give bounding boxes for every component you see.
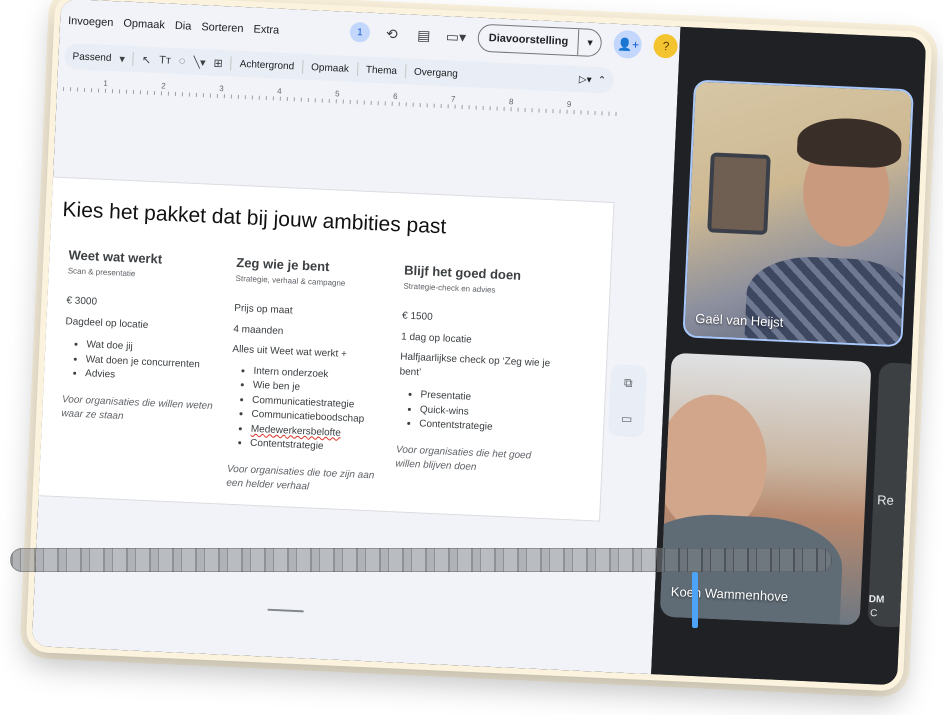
menu-sorteren[interactable]: Sorteren xyxy=(201,21,244,35)
top-actions: 1 ⟲ ▤ ▭▾ Diavoorstelling ▼ 👤+ ? xyxy=(349,18,679,61)
toolbar-achtergrond[interactable]: Achtergrond xyxy=(239,58,294,71)
select-cursor-icon[interactable]: ↖ xyxy=(142,53,152,66)
folder-icon[interactable]: ▭ xyxy=(621,412,633,427)
package-note: Voor organisaties die het goed willen bl… xyxy=(395,444,532,474)
add-person-icon: 👤+ xyxy=(616,36,640,52)
slide-layout-icon[interactable]: ⧉ xyxy=(624,375,633,390)
menu-dia[interactable]: Dia xyxy=(175,20,192,33)
divider xyxy=(404,64,407,79)
cut-text: C xyxy=(869,608,878,620)
package-bullets: Intern onderzoek Wie ben je Communicatie… xyxy=(250,365,390,458)
toolbar-overgang[interactable]: Overgang xyxy=(414,66,458,79)
participant-hair xyxy=(796,116,903,169)
package-note: Voor organisaties die toe zijn aan een h… xyxy=(226,463,375,493)
package-intro: Halfjaarlijkse check op ‘Zeg wie je bent… xyxy=(399,351,551,379)
share-button[interactable]: 👤+ xyxy=(613,29,643,60)
screenshot-scene: Invoegen Opmaak Dia Sorteren Extra 1 ⟲ ▤… xyxy=(0,0,943,715)
menu-opmaak[interactable]: Opmaak xyxy=(123,18,165,32)
timeline-playhead[interactable] xyxy=(692,572,698,628)
package-bullets: Presentatie Quick-wins Contentstrategie xyxy=(419,389,557,439)
insert-icon[interactable]: ⊞ xyxy=(213,56,223,69)
package-price: € 3000 xyxy=(66,295,98,309)
package-duration: 4 maanden xyxy=(233,323,284,338)
speaker-notes-handle[interactable] xyxy=(267,608,304,613)
toolbar-opmaak[interactable]: Opmaak xyxy=(311,62,349,75)
ruler-tick: 6 xyxy=(392,91,398,102)
ruler-tick: 7 xyxy=(450,94,456,104)
menu-extra[interactable]: Extra xyxy=(253,23,279,36)
camera-icon[interactable]: ▭▾ xyxy=(445,28,466,46)
wall-frame xyxy=(707,152,771,235)
ruler-tick: 4 xyxy=(276,86,282,96)
divider xyxy=(132,52,135,67)
package-column: Zeg wie je bent Strategie, verhaal & cam… xyxy=(226,254,395,505)
menu-bar: Invoegen Opmaak Dia Sorteren Extra xyxy=(68,9,280,43)
package-bullets: Wat doe jij Wat doen je concurrenten Adv… xyxy=(85,339,223,389)
ruler-tick: 1 xyxy=(103,78,109,88)
chevron-down-icon[interactable]: ▼ xyxy=(579,37,601,48)
zoom-select[interactable]: Passend xyxy=(72,51,111,64)
ruler-tick: 8 xyxy=(508,97,514,107)
text-box-icon[interactable]: Tт xyxy=(159,54,171,67)
cut-text: DM xyxy=(868,593,885,606)
shape-icon[interactable]: ◌ xyxy=(179,55,186,67)
slideshow-label[interactable]: Diavoorstelling xyxy=(478,24,580,56)
history-icon[interactable]: ⟲ xyxy=(382,25,403,43)
divider xyxy=(230,56,233,71)
ruler-tick: 2 xyxy=(161,81,166,91)
ruler-tick: 9 xyxy=(566,99,572,109)
video-timeline-scrubber[interactable] xyxy=(10,548,832,572)
package-duration: Dagdeel op locatie xyxy=(65,316,149,331)
line-icon[interactable]: ╲▾ xyxy=(193,55,206,69)
collapse-icon[interactable]: ⌃ xyxy=(597,75,606,86)
toolbar-thema[interactable]: Thema xyxy=(366,64,398,76)
participant-tile[interactable]: Re DM C xyxy=(867,362,920,628)
ruler-tick: 5 xyxy=(334,89,340,99)
slideshow-button[interactable]: Diavoorstelling ▼ xyxy=(477,23,603,58)
package-note: Voor organisaties die willen weten waar … xyxy=(61,394,213,423)
participant-tile[interactable]: Gaël van Heijst xyxy=(682,79,914,348)
package-column: Weet wat werkt Scan & presentatie € 3000… xyxy=(61,246,227,435)
divider xyxy=(301,59,304,74)
slides-editor: Invoegen Opmaak Dia Sorteren Extra 1 ⟲ ▤… xyxy=(31,0,681,675)
cut-text: Re xyxy=(876,492,895,508)
participant-name: Gaël van Heijst xyxy=(694,310,784,330)
package-price: € 1500 xyxy=(401,310,433,324)
side-panel-tools: ⧉ ▭ xyxy=(607,364,648,438)
comments-badge[interactable]: 1 xyxy=(349,21,371,43)
divider xyxy=(356,62,359,77)
slide-canvas[interactable]: Kies het pakket dat bij jouw ambities pa… xyxy=(32,176,615,522)
toolbar-right: ▷▾ ⌃ xyxy=(579,74,607,86)
avatar[interactable]: ? xyxy=(653,33,679,59)
package-intro: Alles uit Weet wat werkt + xyxy=(232,344,348,361)
chevron-down-icon[interactable]: ▾ xyxy=(119,52,125,65)
package-price: Prijs op maat xyxy=(234,303,293,317)
pointer-icon[interactable]: ▷▾ xyxy=(579,74,592,86)
slide-title: Kies het pakket dat bij jouw ambities pa… xyxy=(62,197,447,239)
participant-shirt xyxy=(743,254,914,348)
package-duration: 1 dag op locatie xyxy=(400,331,472,346)
screen: Invoegen Opmaak Dia Sorteren Extra 1 ⟲ ▤… xyxy=(31,0,927,686)
ruler-tick: 3 xyxy=(219,83,224,94)
menu-invoegen[interactable]: Invoegen xyxy=(68,15,114,29)
comment-icon[interactable]: ▤ xyxy=(413,26,434,44)
package-column: Blijf het goed doen Strategie-check en a… xyxy=(395,262,563,486)
photo-card: Invoegen Opmaak Dia Sorteren Extra 1 ⟲ ▤… xyxy=(25,0,933,692)
